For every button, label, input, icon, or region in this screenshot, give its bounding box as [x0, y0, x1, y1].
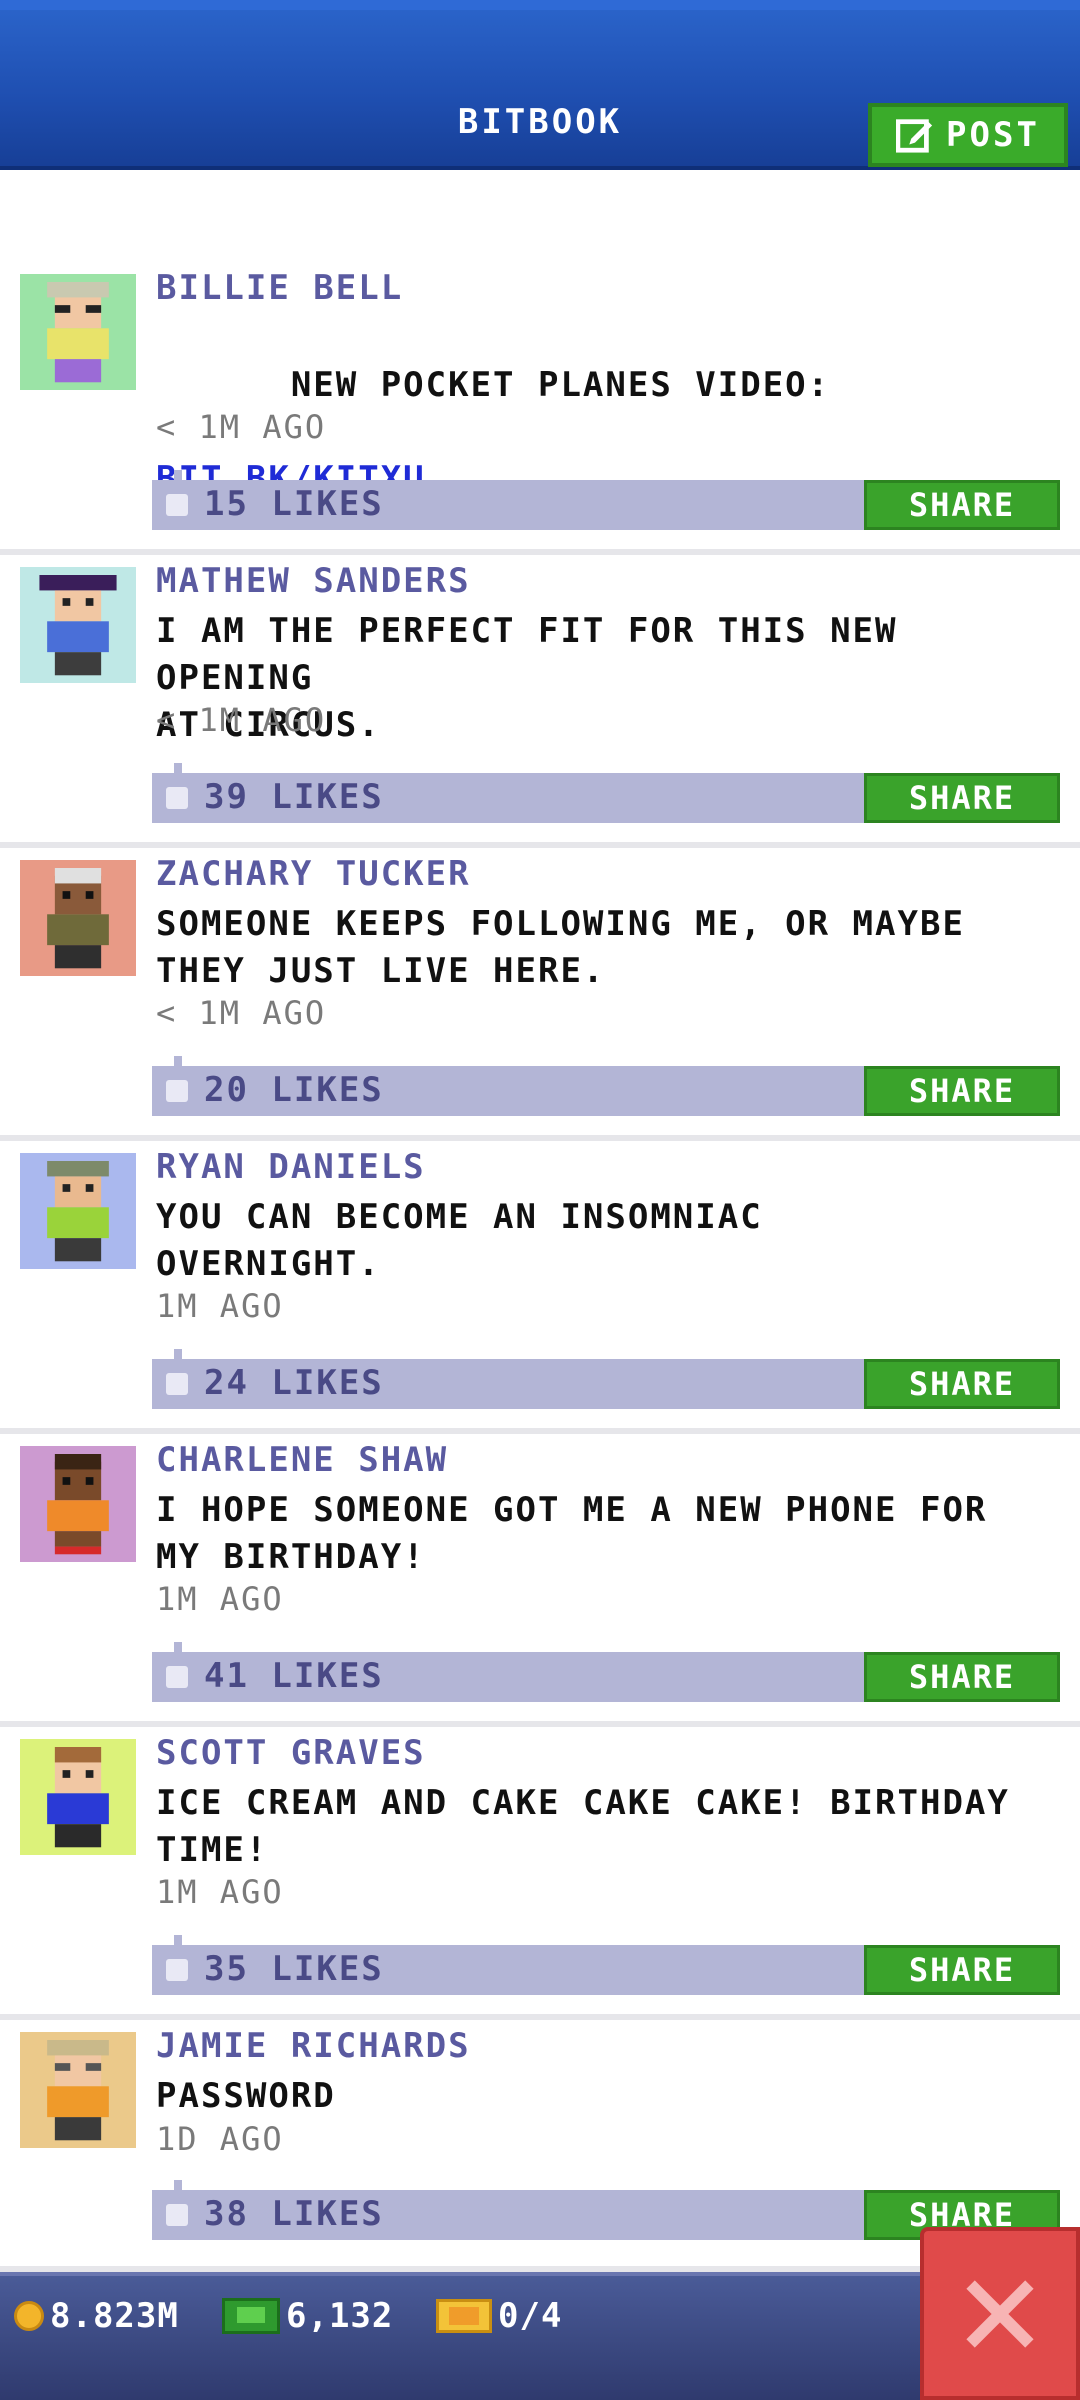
- thumbs-up-icon: [166, 1080, 188, 1102]
- edit-icon: [896, 119, 933, 153]
- post-text: PASSWORD: [156, 2076, 336, 2116]
- share-button[interactable]: SHARE: [864, 480, 1060, 530]
- share-button[interactable]: SHARE: [864, 1945, 1060, 1995]
- ticket-icon: [436, 2299, 492, 2333]
- feed-post: MATHEW SANDERS I AM THE PERFECT FIT FOR …: [0, 555, 1080, 848]
- person-avatar-icon: [47, 1747, 109, 1848]
- thumbs-up-icon: [166, 787, 188, 809]
- post-author[interactable]: MATHEW SANDERS: [156, 561, 471, 601]
- status-bar: 8.823M 6,132 0/4: [0, 2272, 1080, 2400]
- coin-icon: [14, 2301, 44, 2331]
- tickets-stat: 0/4: [436, 2296, 562, 2336]
- thumbs-up-icon: [166, 1959, 188, 1981]
- thumbs-up-icon: [166, 1666, 188, 1688]
- post-time: < 1M AGO: [156, 994, 327, 1032]
- share-button[interactable]: SHARE: [864, 1066, 1060, 1116]
- post-button[interactable]: POST: [868, 103, 1068, 167]
- coins-value: 8.823M: [50, 2296, 179, 2336]
- thumbs-up-icon: [166, 494, 188, 516]
- person-avatar-icon: [47, 1454, 109, 1555]
- feed-post: ZACHARY TUCKER SOMEONE KEEPS FOLLOWING M…: [0, 848, 1080, 1141]
- likes-count: 35 LIKES: [204, 1949, 384, 1989]
- avatar[interactable]: [20, 1739, 136, 1855]
- post-text-content: NEW POCKET PLANES VIDEO:: [290, 365, 831, 405]
- bux-icon: [222, 2298, 280, 2334]
- feed-post: BILLIE BELL NEW POCKET PLANES VIDEO: BIT…: [0, 262, 1080, 555]
- bux-stat: 6,132: [222, 2296, 393, 2336]
- avatar[interactable]: [20, 567, 136, 683]
- post-author[interactable]: SCOTT GRAVES: [156, 1733, 426, 1773]
- likes-bar[interactable]: 24 LIKES SHARE: [152, 1349, 1060, 1409]
- post-time: 1M AGO: [156, 1580, 284, 1618]
- person-avatar-icon: [47, 282, 109, 383]
- bux-value: 6,132: [286, 2296, 394, 2336]
- share-button[interactable]: SHARE: [864, 1652, 1060, 1702]
- feed-post: JAMIE RICHARDS PASSWORD 1D AGO 38 LIKES …: [0, 2020, 1080, 2272]
- share-button[interactable]: SHARE: [864, 773, 1060, 823]
- likes-count: 41 LIKES: [204, 1656, 384, 1696]
- post-button-label: POST: [946, 115, 1040, 155]
- person-avatar-icon: [39, 575, 117, 676]
- likes-count: 15 LIKES: [204, 484, 384, 524]
- thumbs-up-icon: [166, 1373, 188, 1395]
- feed-post: CHARLENE SHAW I HOPE SOMEONE GOT ME A NE…: [0, 1434, 1080, 1727]
- post-author[interactable]: CHARLENE SHAW: [156, 1440, 448, 1480]
- thumbs-up-icon: [166, 2204, 188, 2226]
- likes-count: 20 LIKES: [204, 1070, 384, 1110]
- post-time: 1D AGO: [156, 2120, 284, 2158]
- share-button[interactable]: SHARE: [864, 1359, 1060, 1409]
- post-author[interactable]: RYAN DANIELS: [156, 1147, 426, 1187]
- post-author[interactable]: JAMIE RICHARDS: [156, 2026, 471, 2066]
- person-avatar-icon: [47, 1161, 109, 1262]
- likes-bar[interactable]: 41 LIKES SHARE: [152, 1642, 1060, 1702]
- close-button[interactable]: [920, 2227, 1080, 2400]
- likes-count: 24 LIKES: [204, 1363, 384, 1403]
- avatar[interactable]: [20, 1153, 136, 1269]
- likes-bar[interactable]: 15 LIKES SHARE: [152, 470, 1060, 530]
- likes-count: 39 LIKES: [204, 777, 384, 817]
- post-author[interactable]: ZACHARY TUCKER: [156, 854, 471, 894]
- person-avatar-icon: [47, 868, 109, 969]
- avatar[interactable]: [20, 860, 136, 976]
- post-text: I HOPE SOMEONE GOT ME A NEW PHONE FOR MY…: [156, 1490, 988, 1577]
- post-time: 1M AGO: [156, 1287, 284, 1325]
- likes-bar[interactable]: 20 LIKES SHARE: [152, 1056, 1060, 1116]
- feed-post: SCOTT GRAVES ICE CREAM AND CAKE CAKE CAK…: [0, 1727, 1080, 2020]
- post-time: < 1M AGO: [156, 408, 327, 446]
- coins-stat: 8.823M: [14, 2296, 179, 2336]
- post-text: SOMEONE KEEPS FOLLOWING ME, OR MAYBE THE…: [156, 904, 965, 991]
- post-text: ICE CREAM AND CAKE CAKE CAKE! BIRTHDAY T…: [156, 1783, 1010, 1870]
- likes-count: 38 LIKES: [204, 2194, 384, 2234]
- avatar[interactable]: [20, 2032, 136, 2148]
- post-time: < 1M AGO: [156, 701, 327, 739]
- post-text: YOU CAN BECOME AN INSOMNIAC OVERNIGHT.: [156, 1197, 763, 1284]
- avatar[interactable]: [20, 1446, 136, 1562]
- avatar[interactable]: [20, 274, 136, 390]
- post-author[interactable]: BILLIE BELL: [156, 268, 403, 308]
- header-bar: BITBOOK POST: [0, 0, 1080, 170]
- person-avatar-icon: [47, 2040, 109, 2141]
- post-time: 1M AGO: [156, 1873, 284, 1911]
- tickets-value: 0/4: [498, 2296, 563, 2336]
- likes-bar[interactable]: 35 LIKES SHARE: [152, 1935, 1060, 1995]
- close-icon: [966, 2279, 1034, 2348]
- likes-bar[interactable]: 39 LIKES SHARE: [152, 763, 1060, 823]
- feed-post: RYAN DANIELS YOU CAN BECOME AN INSOMNIAC…: [0, 1141, 1080, 1434]
- feed-list[interactable]: BILLIE BELL NEW POCKET PLANES VIDEO: BIT…: [0, 262, 1080, 2272]
